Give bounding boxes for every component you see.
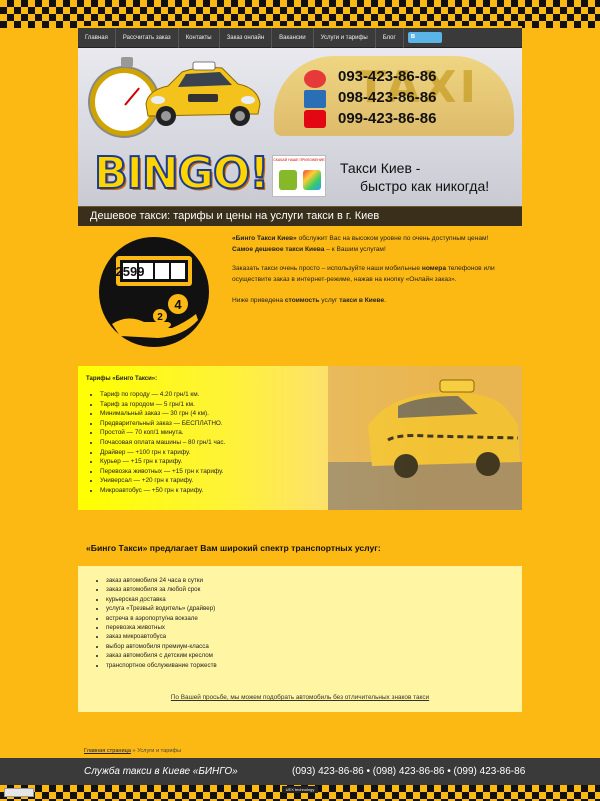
intro-paragraph-3: Ниже приведена стоимость услуг такси в К… bbox=[232, 297, 386, 304]
page-title: Дешевое такси: тарифы и цены на услуги т… bbox=[90, 210, 380, 222]
service-item: заказ автомобиля за любой срок bbox=[106, 585, 217, 594]
tariff-item: Курьер — +15 грн к тарифу. bbox=[100, 457, 225, 467]
title-bar: Дешевое такси: тарифы и цены на услуги т… bbox=[78, 206, 522, 226]
apple-icon[interactable] bbox=[303, 170, 321, 190]
slogan-line-2: быстро как никогда! bbox=[360, 178, 490, 194]
service-item: транспортное обслуживание торжеств bbox=[106, 661, 217, 670]
tariff-item: Минимальный заказ — 30 грн (4 км). bbox=[100, 409, 225, 419]
phone-kyivstar[interactable]: 098-423-86-86 bbox=[338, 89, 436, 106]
taxi-car-image bbox=[145, 61, 261, 126]
bingo-logo[interactable]: BINGO! bbox=[93, 147, 270, 200]
nav-item-blog[interactable]: Блог bbox=[376, 27, 404, 48]
tariff-item: Тариф по городу — 4.20 грн/1 км. bbox=[100, 390, 225, 400]
meter-hand-icon: 2599 4 2 bbox=[99, 237, 209, 347]
service-item: встреча в аэропорту/на вокзале bbox=[106, 614, 217, 623]
tariff-item: Предварительный заказ — БЕСПЛАТНО. bbox=[100, 419, 225, 429]
phone-mts[interactable]: 099-423-86-86 bbox=[338, 110, 436, 127]
phone-life[interactable]: 093-423-86-86 bbox=[338, 68, 436, 85]
kyivstar-operator-icon bbox=[304, 90, 326, 108]
tariffs-list: Тариф по городу — 4.20 грн/1 км. Тариф з… bbox=[100, 390, 225, 496]
unmarked-car-link[interactable]: По Вашей просьбе, мы можем подобрать авт… bbox=[78, 694, 522, 701]
services-heading: «Бинго Такси» предлагает Вам широкий спе… bbox=[86, 543, 381, 553]
tariff-item: Тариф за городом — 5 грн/1 км. bbox=[100, 400, 225, 410]
svg-text:2: 2 bbox=[157, 312, 163, 323]
svg-text:4: 4 bbox=[174, 297, 182, 312]
services-list: заказ автомобиля 24 часа в сутки заказ а… bbox=[106, 576, 217, 670]
android-icon[interactable] bbox=[279, 170, 297, 190]
taxi-photo-image bbox=[328, 366, 522, 510]
footer: Служба такси в Киеве «БИНГО» (093) 423-8… bbox=[0, 758, 600, 785]
service-item: заказ микроавтобуса bbox=[106, 632, 217, 641]
tariff-item: Почасовая оплата машины – 80 грн/1 час. bbox=[100, 438, 225, 448]
service-item: перевозка животных bbox=[106, 623, 217, 632]
service-item: услуга «Трезвый водитель» (драйвер) bbox=[106, 604, 217, 613]
tariffs-title: Тарифы «Бинго Такси»: bbox=[86, 376, 158, 382]
vk-social-icon[interactable]: в bbox=[407, 32, 442, 43]
slogan-line-1: Такси Киев - bbox=[340, 160, 421, 176]
mts-operator-icon bbox=[304, 110, 326, 128]
app-download-label: СКАЧАЙ НАШЕ ПРИЛОЖЕНИЕ bbox=[273, 158, 325, 162]
service-item: выбор автомобиля премиум-класса bbox=[106, 642, 217, 651]
nav-item-vacancies[interactable]: Вакансии bbox=[272, 27, 314, 48]
top-checker-strip bbox=[0, 0, 600, 28]
app-download-box: СКАЧАЙ НАШЕ ПРИЛОЖЕНИЕ bbox=[272, 155, 326, 197]
life-operator-icon bbox=[304, 70, 326, 88]
nav-item-services-tariffs[interactable]: Услуги и тарифы bbox=[314, 27, 376, 48]
developer-credit: UEX technology bbox=[0, 786, 600, 793]
meter-digit-1: 2599 bbox=[116, 264, 145, 279]
service-item: заказ автомобиля 24 часа в сутки bbox=[106, 576, 217, 585]
site-header: TAXI 093-423-86-86 098-423-86-86 099-423… bbox=[78, 48, 522, 206]
services-box: заказ автомобиля 24 часа в сутки заказ а… bbox=[78, 566, 522, 712]
nav-item-calculate-order[interactable]: Рассчитать заказ bbox=[116, 27, 179, 48]
breadcrumb-home-link[interactable]: Главная страница bbox=[84, 748, 131, 754]
nav-item-home[interactable]: Главная bbox=[78, 27, 116, 48]
main-nav: Главная Рассчитать заказ Контакты Заказ … bbox=[78, 27, 522, 48]
intro-paragraph-1: «Бинго Такси Киев» обслужит Вас на высок… bbox=[232, 235, 489, 253]
nav-item-order-online[interactable]: Заказ онлайн bbox=[220, 27, 273, 48]
service-item: курьерская доставка bbox=[106, 595, 217, 604]
tariff-item: Простой — 70 коп/1 минута. bbox=[100, 428, 225, 438]
footer-phones: (093) 423-86-86 • (098) 423-86-86 • (099… bbox=[292, 766, 526, 777]
service-item: заказ автомобиля с детским креслом bbox=[106, 651, 217, 660]
tariff-item: Перевозка животных — +15 грн к тарифу. bbox=[100, 467, 225, 477]
tariff-item: Микроавтобус — +50 грн к тарифу. bbox=[100, 486, 225, 496]
footer-service-name: Служба такси в Киеве «БИНГО» bbox=[84, 766, 238, 777]
tariff-item: Драйвер — +100 грн к тарифу. bbox=[100, 448, 225, 458]
tariff-item: Универсал — +20 грн к тарифу. bbox=[100, 476, 225, 486]
breadcrumb-current: Услуги и тарифы bbox=[137, 748, 182, 754]
breadcrumb: Главная страница » Услуги и тарифы bbox=[84, 748, 182, 754]
nav-item-contacts[interactable]: Контакты bbox=[179, 27, 220, 48]
intro-paragraph-2: Заказать такси очень просто – используйт… bbox=[232, 265, 495, 283]
tariffs-box: Тарифы «Бинго Такси»: Тариф по городу — … bbox=[78, 366, 522, 510]
